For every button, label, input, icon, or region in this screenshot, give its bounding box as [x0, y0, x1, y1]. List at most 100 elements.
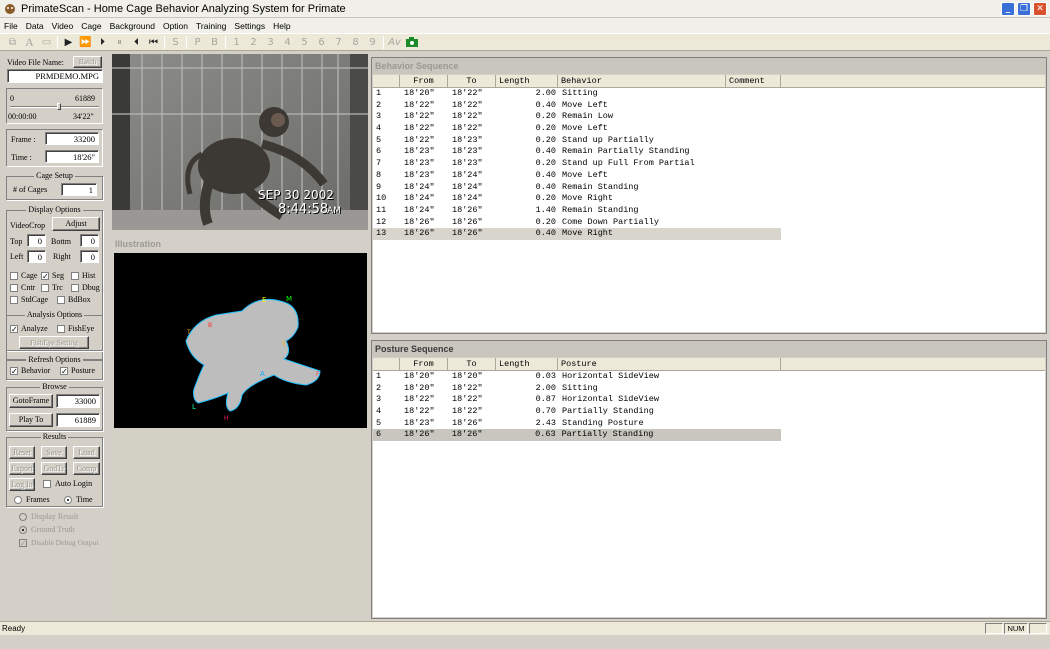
video-frame[interactable]: SEP 30 2002 8:44:58 AM	[112, 54, 368, 230]
col-to[interactable]: To	[448, 75, 496, 88]
col-behavior[interactable]: Behavior	[558, 75, 726, 88]
toolbar-b-button[interactable]: B	[206, 35, 223, 50]
posture-refresh-checkbox[interactable]: ✓	[60, 367, 68, 376]
toolbar-2-button[interactable]: 2	[245, 35, 262, 50]
toolbar-p-button[interactable]: P	[189, 35, 206, 50]
table-row[interactable]: 10 18'24" 18'24" 0.20 Move Right	[373, 193, 1045, 205]
frames-radio[interactable]	[14, 496, 22, 504]
menu-help[interactable]: Help	[269, 21, 294, 31]
position-slider[interactable]	[10, 106, 99, 108]
cage-checkbox[interactable]	[10, 272, 18, 280]
table-row[interactable]: 8 18'23" 18'24" 0.40 Move Left	[373, 170, 1045, 182]
menu-option[interactable]: Option	[159, 21, 192, 31]
bdbox-checkbox[interactable]	[57, 296, 65, 304]
camera-icon[interactable]	[403, 35, 420, 50]
fisheye-setting-button[interactable]: FishEye Setting	[19, 336, 89, 349]
table-row[interactable]: 1 18'20" 18'20" 0.03 Horizontal SideView	[373, 371, 1045, 383]
disable-debug-checkbox[interactable]: ✓	[19, 539, 27, 548]
toolbar-1-button[interactable]: 1	[228, 35, 245, 50]
reset-button[interactable]: Reset	[9, 446, 35, 459]
menu-data[interactable]: Data	[22, 21, 48, 31]
col-posture[interactable]: Posture	[558, 358, 781, 371]
close-button[interactable]: ✕	[1033, 2, 1047, 16]
save-button[interactable]: Save	[41, 446, 67, 459]
toolbar-4-button[interactable]: 4	[279, 35, 296, 50]
col-from[interactable]: From	[400, 358, 448, 371]
table-row[interactable]: 3 18'22" 18'22" 0.20 Remain Low	[373, 111, 1045, 123]
table-row[interactable]: 6 18'26" 18'26" 0.63 Partially Standing	[373, 429, 781, 442]
menu-video[interactable]: Video	[48, 21, 78, 31]
rewind-icon[interactable]: ⏮	[145, 35, 162, 50]
table-row[interactable]: 2 18'20" 18'22" 2.00 Sitting	[373, 383, 1045, 395]
step-forward-icon[interactable]: ⏵	[94, 35, 111, 50]
restore-button[interactable]: ❐	[1017, 2, 1031, 16]
seg-checkbox[interactable]: ✓	[41, 272, 49, 281]
font-icon[interactable]: A	[21, 35, 38, 50]
step-back-icon[interactable]: ⏴	[128, 35, 145, 50]
open-folder-icon[interactable]: ▭	[38, 35, 55, 50]
top-field[interactable]: 0	[27, 234, 46, 247]
goto-frame-button[interactable]: GotoFrame	[9, 394, 53, 408]
display-result-radio[interactable]	[19, 513, 27, 521]
toolbar-7-button[interactable]: 7	[330, 35, 347, 50]
table-row[interactable]: 9 18'24" 18'24" 0.40 Remain Standing	[373, 182, 1045, 194]
analyze-checkbox[interactable]: ✓	[10, 325, 18, 334]
toolbar-6-button[interactable]: 6	[313, 35, 330, 50]
slider-thumb[interactable]	[57, 103, 61, 110]
table-row[interactable]: 11 18'24" 18'26" 1.40 Remain Standing	[373, 205, 1045, 217]
toolbar-3-button[interactable]: 3	[262, 35, 279, 50]
time-radio[interactable]	[64, 496, 72, 504]
table-row[interactable]: 7 18'23" 18'23" 0.20 Stand up Full From Part…	[373, 158, 1045, 170]
bottom-field[interactable]: 0	[80, 234, 99, 247]
file-name-field[interactable]: PRMDEMO.MPG	[7, 69, 103, 83]
load-button[interactable]: Load	[73, 446, 100, 459]
copy-icon[interactable]: ⧉	[4, 35, 21, 50]
frame-field[interactable]: 33200	[45, 132, 99, 145]
behavior-grid[interactable]: From To Length Behavior Comment 1 18'20" 1…	[373, 75, 1045, 332]
table-row[interactable]: 5 18'23" 18'26" 2.43 Standing Posture	[373, 418, 1045, 430]
ground-truth-radio[interactable]	[19, 526, 27, 534]
menu-cage[interactable]: Cage	[77, 21, 105, 31]
goto-frame-field[interactable]: 33000	[56, 394, 100, 408]
left-field[interactable]: 0	[27, 250, 46, 263]
menu-background[interactable]: Background	[106, 21, 159, 31]
table-row[interactable]: 2 18'22" 18'22" 0.40 Move Left	[373, 100, 1045, 112]
table-row[interactable]: 5 18'22" 18'23" 0.20 Stand up Partially	[373, 135, 1045, 147]
minimize-button[interactable]: _	[1001, 2, 1015, 16]
stdcage-checkbox[interactable]	[10, 296, 18, 304]
time-field[interactable]: 18'26"	[45, 150, 99, 163]
menu-file[interactable]: File	[0, 21, 22, 31]
table-row[interactable]: 4 18'22" 18'22" 0.20 Move Left	[373, 123, 1045, 135]
login-button[interactable]: Log In	[9, 478, 35, 491]
export-button[interactable]: Export	[9, 462, 35, 475]
comp-button[interactable]: Comp	[73, 462, 100, 475]
hist-checkbox[interactable]	[71, 272, 79, 280]
col-to[interactable]: To	[448, 358, 496, 371]
adjust-button[interactable]: Adjust	[52, 217, 100, 231]
right-field[interactable]: 0	[80, 250, 99, 263]
table-row[interactable]: 4 18'22" 18'22" 0.70 Partially Standing	[373, 406, 1045, 418]
table-row[interactable]: 12 18'26" 18'26" 0.20 Come Down Partially	[373, 217, 1045, 229]
col-length[interactable]: Length	[496, 358, 558, 371]
col-length[interactable]: Length	[496, 75, 558, 88]
play-to-field[interactable]: 61889	[56, 413, 100, 427]
table-row[interactable]: 1 18'20" 18'22" 2.00 Sitting	[373, 88, 1045, 100]
auto-login-checkbox[interactable]	[43, 480, 51, 488]
menu-training[interactable]: Training	[192, 21, 230, 31]
col-comment[interactable]: Comment	[726, 75, 781, 88]
toolbar-9-button[interactable]: 9	[364, 35, 381, 50]
play-to-button[interactable]: Play To	[9, 413, 53, 427]
toolbar-5-button[interactable]: 5	[296, 35, 313, 50]
table-row[interactable]: 3 18'22" 18'22" 0.87 Horizontal SideView	[373, 394, 1045, 406]
dbug-checkbox[interactable]	[71, 284, 79, 292]
fast-forward-icon[interactable]: ⏩	[77, 35, 94, 50]
posture-grid[interactable]: From To Length Posture 1 18'20" 18'20" 0.03…	[373, 358, 1045, 617]
col-from[interactable]: From	[400, 75, 448, 88]
menu-settings[interactable]: Settings	[230, 21, 269, 31]
cntr-checkbox[interactable]	[10, 284, 18, 292]
play-icon[interactable]: ▶	[60, 35, 77, 50]
trc-checkbox[interactable]	[41, 284, 49, 292]
num-cages-field[interactable]: 1	[61, 183, 97, 196]
text-style-icon[interactable]: Av	[386, 35, 403, 50]
batch-button[interactable]: Batch	[73, 56, 102, 68]
